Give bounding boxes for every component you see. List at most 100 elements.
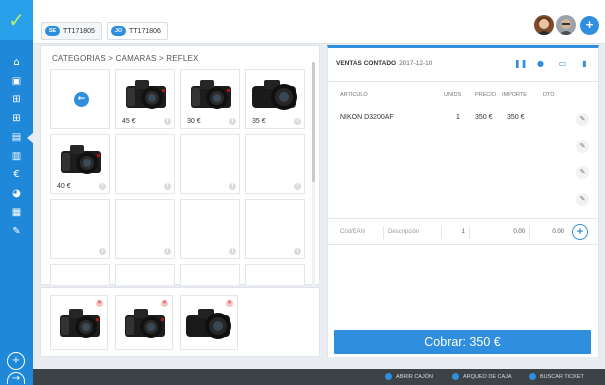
cart-icon[interactable]: ▣ [9, 75, 24, 88]
tab-badge: JO [111, 26, 126, 36]
logo-check-icon: ✓ [0, 0, 33, 40]
info-icon[interactable]: i [164, 248, 171, 255]
price-input[interactable]: 0.00 [474, 226, 530, 239]
info-icon[interactable]: i [229, 248, 236, 255]
line-price[interactable]: 350 € [475, 114, 493, 121]
edit-pencil-icon[interactable]: ✎ [576, 193, 589, 206]
scrollbar[interactable] [312, 62, 315, 286]
pause-icon[interactable]: ❚❚ [514, 59, 527, 68]
breadcrumb[interactable]: CATEGORIAS > CAMARAS > REFLEX [52, 54, 199, 63]
favorite-tile[interactable]: × [180, 295, 238, 350]
favorite-tile[interactable]: × [50, 295, 108, 350]
product-price: 40 € [57, 183, 71, 190]
favorite-tile[interactable]: × [115, 295, 173, 350]
remove-favorite-icon[interactable]: × [96, 300, 103, 307]
info-icon[interactable]: i [229, 118, 236, 125]
remove-favorite-icon[interactable]: × [226, 300, 233, 307]
search-ticket-label: BUSCAR TICKET [540, 374, 584, 380]
favorites-bar: × × × [40, 287, 320, 357]
empty-tile[interactable]: i [245, 134, 305, 194]
pie-chart-icon[interactable]: ◕ [9, 187, 24, 200]
units-input[interactable]: 1 [446, 226, 470, 239]
info-icon[interactable]: i [164, 118, 171, 125]
sidebar-add-icon[interactable]: + [7, 352, 25, 370]
sidebar-nav-icon[interactable]: → [7, 372, 25, 384]
back-arrow-icon: ← [74, 92, 89, 107]
ticket-panel: VENTAS CONTADO 2017-12-10 ❚❚ ● ▭ ▮ ARTÍCU… [327, 45, 599, 357]
info-icon[interactable]: i [99, 183, 106, 190]
empty-tile[interactable]: i [115, 199, 175, 259]
avatar[interactable] [556, 15, 576, 35]
product-tile[interactable]: 45 € i [115, 69, 175, 129]
dashboard-icon[interactable]: ⌂ [9, 56, 24, 69]
search-icon [529, 373, 536, 381]
delete-icon[interactable]: ▮ [580, 59, 589, 68]
camera-nikon-icon [126, 80, 166, 109]
charge-button[interactable]: Cobrar: 350 € [334, 330, 591, 354]
search-ticket-button[interactable]: BUSCAR TICKET [529, 373, 584, 382]
back-tile[interactable]: ← [50, 69, 110, 129]
pos-app: ✓ ⌂ ▣ ⊞ ⊞ ▤ ▥ € ◕ ▦ ✎ + → SE TT171805 JO… [0, 0, 605, 385]
bar-chart-icon[interactable]: ▥ [9, 150, 24, 163]
add-line-button[interactable]: + [572, 224, 588, 240]
ticket-type: VENTAS CONTADO [336, 60, 397, 67]
empty-tile[interactable]: i [180, 134, 240, 194]
info-icon[interactable]: i [229, 183, 236, 190]
tab-label: TT171806 [129, 27, 161, 35]
euro-icon[interactable]: € [9, 168, 24, 181]
cash-count-button[interactable]: ARQUEO DE CAJA [452, 373, 512, 382]
edit-pencil-icon[interactable]: ✎ [576, 166, 589, 179]
pos-icon[interactable]: ▤ [9, 131, 24, 144]
add-user-button[interactable]: + [580, 16, 599, 35]
edit-pencil-icon[interactable]: ✎ [576, 113, 589, 126]
info-icon[interactable]: i [294, 118, 301, 125]
scrollbar-thumb[interactable] [312, 62, 315, 182]
products-panel: CATEGORIAS > CAMARAS > REFLEX ← 45 € i 3… [40, 45, 320, 286]
empty-tile[interactable] [50, 264, 110, 285]
camera-canon-icon [252, 80, 297, 110]
product-tile[interactable]: 40 € i [50, 134, 110, 194]
active-marker [27, 133, 33, 143]
top-bar: SE TT171805 JO TT171806 + [33, 0, 605, 44]
description-input[interactable]: Descripción [388, 226, 442, 239]
hierarchy-alt-icon[interactable]: ⊞ [9, 112, 24, 125]
empty-tile[interactable]: i [50, 199, 110, 259]
camera-nikon-icon [61, 145, 101, 174]
empty-tile[interactable]: i [180, 199, 240, 259]
empty-tile[interactable]: i [245, 199, 305, 259]
line-units[interactable]: 1 [456, 114, 460, 121]
product-price: 35 € [252, 118, 266, 125]
info-icon[interactable]: i [294, 183, 301, 190]
info-icon[interactable]: i [99, 248, 106, 255]
camera-nikon-icon [60, 309, 100, 338]
empty-tile[interactable] [115, 264, 175, 285]
column-price: PRECIO [475, 92, 497, 98]
line-article[interactable]: NIKON D3200AF [340, 114, 394, 121]
hierarchy-icon[interactable]: ⊞ [9, 93, 24, 106]
drawer-icon [385, 373, 392, 381]
info-icon[interactable]: i [164, 183, 171, 190]
print-icon[interactable]: ▭ [558, 59, 567, 68]
open-drawer-button[interactable]: ABRIR CAJÓN [385, 373, 433, 382]
discount-input[interactable]: 0.00 [534, 226, 564, 239]
remove-favorite-icon[interactable]: × [161, 300, 168, 307]
empty-tile[interactable]: i [115, 134, 175, 194]
ticket-title: VENTAS CONTADO 2017-12-10 [336, 60, 432, 67]
product-tile[interactable]: 35 € i [245, 69, 305, 129]
customer-icon[interactable]: ● [536, 59, 545, 68]
info-icon[interactable]: i [294, 248, 301, 255]
wrench-icon[interactable]: ✎ [9, 225, 24, 238]
avatar[interactable] [534, 15, 554, 35]
empty-tile[interactable] [245, 264, 305, 285]
code-input[interactable]: Cód/EAN [340, 226, 384, 239]
empty-tile[interactable] [180, 264, 240, 285]
edit-pencil-icon[interactable]: ✎ [576, 140, 589, 153]
calendar-icon[interactable]: ▦ [9, 206, 24, 219]
tab-ticket-1[interactable]: SE TT171805 [41, 22, 102, 40]
camera-nikon-icon [191, 80, 231, 109]
product-tile[interactable]: 30 € i [180, 69, 240, 129]
tab-ticket-2[interactable]: JO TT171806 [107, 22, 168, 40]
tab-label: TT171805 [63, 27, 95, 35]
cash-count-label: ARQUEO DE CAJA [463, 374, 512, 380]
divider [328, 244, 598, 245]
